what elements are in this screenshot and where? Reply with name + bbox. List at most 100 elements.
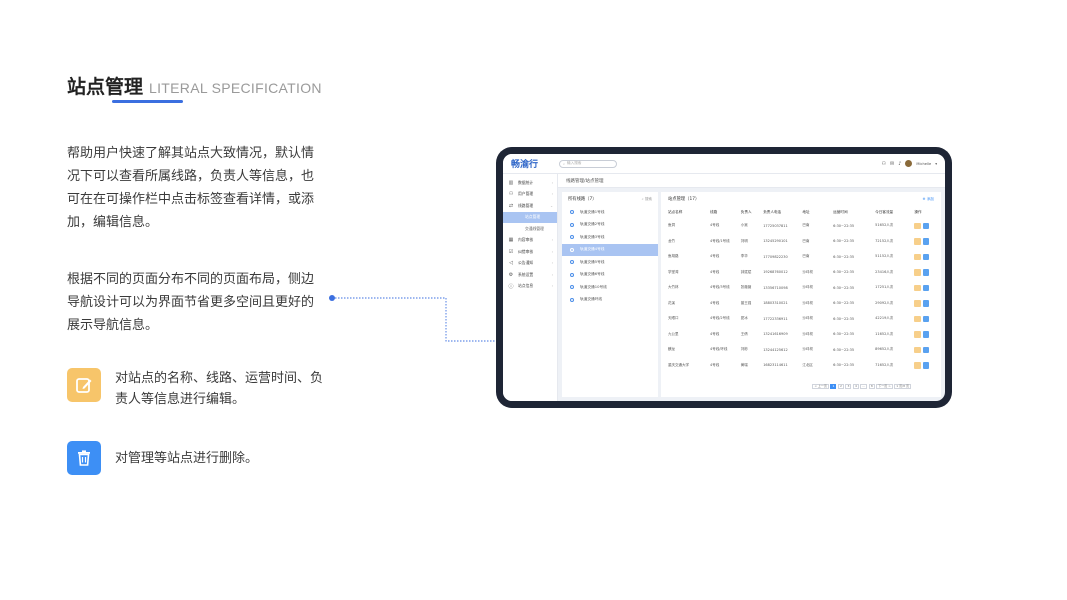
sidebar-item-settings[interactable]: ⚙ 系统设置 ›: [503, 269, 557, 281]
delete-row-button[interactable]: [922, 238, 930, 245]
pagination-button[interactable]: 8: [868, 383, 875, 389]
description-paragraph-2: 根据不同的页面分布不同的页面布局，侧边导航设计可以为界面节省更多空间且更好的展示…: [67, 272, 315, 333]
table-row[interactable]: 天眼口 4号线/2号线 夏冰 17722336911 沙坪坝 6:30~22:35 4221…: [661, 311, 941, 327]
search-input[interactable]: ⌕ 输入搜索: [559, 159, 617, 168]
sidebar-item-label: 公告通知: [518, 260, 534, 266]
description-paragraph-1: 帮助用户快速了解其站点大致情况，默认情况下可以查看所属线路，负责人等信息，也可在…: [67, 146, 315, 230]
sidebar-item-content[interactable]: ▦ 内容审核 ›: [503, 235, 557, 247]
line-list-item[interactable]: 轨道交通1号线: [562, 206, 658, 219]
table-cell: 王倩: [740, 331, 748, 336]
user-icon: ⚇: [508, 191, 514, 198]
sidebar-item-users[interactable]: ⚇ 用户管理 ›: [503, 189, 557, 201]
delete-row-button[interactable]: [922, 284, 930, 291]
pagination-button[interactable]: < 上一页: [812, 383, 829, 389]
table-cell: 6:30~22:35: [833, 301, 855, 306]
lines-search-button[interactable]: ⌕ 搜索: [642, 197, 652, 202]
pagination-button[interactable]: ...: [860, 383, 868, 389]
line-list-item[interactable]: 轨道交通4号线: [562, 243, 658, 256]
table-row[interactable]: 重庆交通大学 4号线 黄瑞 16823114611 江北区 6:30~22:35 71652…: [661, 358, 941, 374]
pagination-button[interactable]: 下一页 >: [876, 383, 893, 389]
table-cell: 沙坪坝: [802, 347, 813, 352]
table-row[interactable]: 鱼胡路 4号线 李华 17709822230 巴南 6:30~22:35 51152人次: [661, 249, 941, 265]
table-row[interactable]: 鱼洞 4号线 小吴 17725037811 巴南 6:30~22:35 51652人次: [661, 218, 941, 234]
table-row[interactable]: 九公里 4号线 王倩 13241616909 沙坪坝 6:30~22:35 11652人次: [661, 327, 941, 343]
table-row[interactable]: 花溪 4号线 曾王强 18803310021 沙坪坝 6:30~22:35 29092人次: [661, 296, 941, 312]
sidebar-item-corrections[interactable]: ☑ 纠错审核 ›: [503, 246, 557, 258]
chevron-icon: ›: [551, 284, 553, 289]
delete-row-button[interactable]: [922, 362, 930, 369]
delete-row-button[interactable]: [922, 300, 930, 307]
edit-row-button[interactable]: [914, 284, 921, 291]
sidebar-item-stats[interactable]: ▥ 数据统计 ›: [503, 177, 557, 189]
line-list-item[interactable]: 轨道交通6号线: [562, 269, 658, 282]
column-header: 负责人: [740, 209, 752, 214]
table-header-row: 站点名称 线路 负责人 负责人电话 地址 运营时间 今日客流量 操作: [661, 206, 941, 218]
delete-row-button[interactable]: [922, 346, 930, 353]
table-row[interactable]: 大竹林 4号线/3号线 张薇薇 13356710098 沙坪坝 6:30~22:35 172…: [661, 280, 941, 296]
message-icon[interactable]: ✉: [890, 161, 894, 167]
username[interactable]: Michelle: [916, 162, 931, 166]
column-header: 操作: [914, 209, 922, 214]
radio-icon: [570, 285, 574, 290]
edit-row-button[interactable]: [914, 238, 921, 245]
top-bar: 畅渝行 ⌕ 输入搜索 ⚇ ✉ ♪ Michelle ▾: [503, 154, 945, 174]
sidebar-sub-transit-lines[interactable]: 交通线管理: [503, 223, 557, 235]
line-list-item[interactable]: 轨道交通3号线: [562, 231, 658, 244]
add-label: 添加: [926, 196, 934, 201]
pagination-button[interactable]: 1 页/8 页: [894, 383, 911, 389]
delete-row-button[interactable]: [922, 269, 930, 276]
stations-table: 站点名称 线路 负责人 负责人电话 地址 运营时间 今日客流量 操作 鱼洞 4号线 小吴 17725…: [661, 206, 941, 373]
sidebar-sub-stations[interactable]: 站点管理: [503, 211, 557, 223]
edit-row-button[interactable]: [914, 331, 921, 338]
table-cell: 沙坪坝: [802, 316, 813, 321]
table-cell: 6:30~22:35: [833, 316, 855, 321]
table-cell: 巴南: [802, 238, 810, 243]
pagination-button[interactable]: 2: [837, 383, 844, 389]
table-row[interactable]: 麒龙 4号线/环线 刘彬 13244125612 沙坪坝 6:30~22:35 89652人…: [661, 342, 941, 358]
column-header: 站点名称: [668, 209, 683, 214]
sidebar-item-station-info[interactable]: ⓘ 站点信息 ›: [503, 281, 557, 293]
delete-row-button[interactable]: [922, 222, 930, 229]
pagination: < 上一页 1 2 3 4... 8 下一页 >1 页/8 页: [812, 383, 911, 389]
sidebar-item-notices[interactable]: ◁ 公告通知 ›: [503, 258, 557, 270]
edit-row-button[interactable]: [914, 300, 921, 307]
table-cell: 钟斌斌: [740, 269, 752, 274]
pagination-button[interactable]: 1: [830, 383, 837, 389]
edit-row-button[interactable]: [914, 346, 921, 353]
line-list: 轨道交通1号线 轨道交通2号线 轨道交通3号线 轨道交通4号线 轨道交通5号线 轨道交通6…: [562, 206, 658, 306]
table-row[interactable]: 龙竹 4号线/1号线 刘明 13245290101 巴南 6:30~22:35 72152人…: [661, 234, 941, 250]
chevron-icon: ›: [551, 249, 553, 254]
edit-row-button[interactable]: [914, 315, 921, 322]
delete-row-button[interactable]: [922, 253, 930, 260]
table-cell: 张薇薇: [740, 285, 752, 290]
gear-icon: ⚙: [508, 271, 514, 278]
line-list-item[interactable]: 轨道交通5号线: [562, 256, 658, 269]
table-row[interactable]: 学堂湾 4号线 钟斌斌 19268760012 沙坪坝 6:30~22:35 23416人次: [661, 265, 941, 281]
info-icon: ⓘ: [508, 283, 514, 290]
delete-row-button[interactable]: [922, 315, 930, 322]
line-list-item[interactable]: 轨道交通环线: [562, 294, 658, 307]
table-cell: 6:30~22:35: [833, 270, 855, 275]
line-list-item[interactable]: 轨道交通2号线: [562, 219, 658, 232]
lines-panel-header: 所有线路（7） ⌕ 搜索: [562, 192, 658, 206]
radio-icon: [570, 260, 574, 265]
avatar[interactable]: [905, 160, 913, 167]
line-list-item[interactable]: 轨道交通10号线: [562, 281, 658, 294]
user-icon[interactable]: ⚇: [882, 161, 886, 167]
radio-icon: [570, 247, 574, 252]
app-screen: 畅渝行 ⌕ 输入搜索 ⚇ ✉ ♪ Michelle ▾ ▥ 数据统计 › ⚇ 用户管理…: [503, 154, 945, 401]
table-cell: 4号线/2号线: [710, 316, 730, 321]
add-station-button[interactable]: ⊕ 添加: [923, 197, 934, 202]
lines-panel-title: 所有线路（7）: [568, 197, 597, 202]
edit-row-button[interactable]: [914, 362, 921, 369]
delete-row-button[interactable]: [922, 331, 930, 338]
edit-row-button[interactable]: [914, 222, 921, 229]
pagination-button[interactable]: 4: [852, 383, 859, 389]
chevron-down-icon[interactable]: ▾: [935, 162, 937, 166]
pagination-button[interactable]: 3: [845, 383, 852, 389]
edit-row-button[interactable]: [914, 269, 921, 276]
bell-icon[interactable]: ♪: [898, 161, 901, 167]
table-cell: 4号线: [710, 331, 720, 336]
edit-row-button[interactable]: [914, 253, 921, 260]
sidebar-item-lines[interactable]: ⇄ 线路管理 ⌄: [503, 200, 557, 212]
